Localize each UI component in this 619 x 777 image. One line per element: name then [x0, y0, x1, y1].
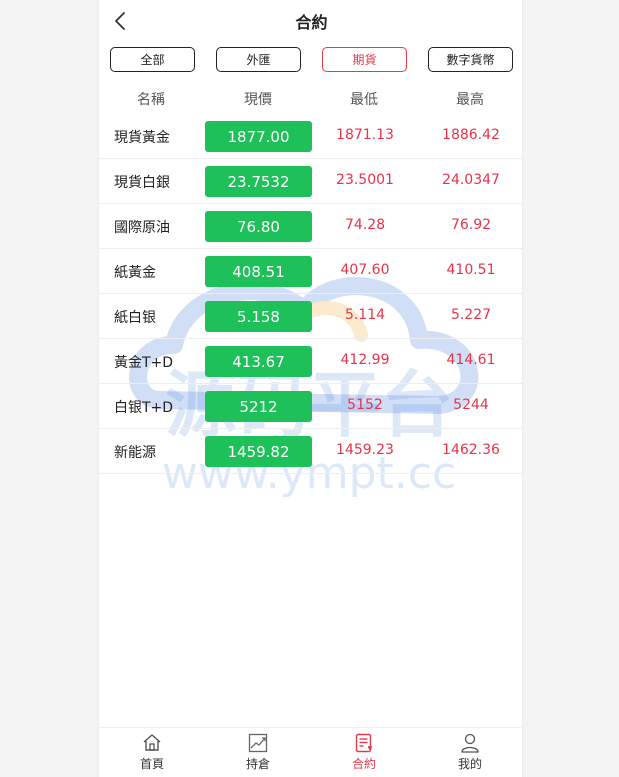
current-price[interactable]: 76.80	[205, 211, 312, 242]
contract-name: 新能源	[114, 445, 156, 461]
high-price: 24.0347	[442, 172, 500, 188]
table-row[interactable]: 白银T+D 5212 5152 5244	[99, 384, 522, 429]
nav-label: 持倉	[245, 757, 270, 771]
low-price: 74.28	[344, 217, 386, 233]
contract-name: 現貨黃金	[114, 130, 170, 146]
contract-icon	[355, 733, 372, 753]
high-price: 410.51	[446, 262, 496, 278]
column-header-high: 最高	[456, 92, 484, 108]
current-price[interactable]: 1877.00	[205, 121, 312, 152]
current-price[interactable]: 1459.82	[205, 436, 312, 467]
table-header: 名稱 現價 最低 最高	[99, 84, 522, 114]
low-price: 23.5001	[336, 172, 394, 188]
column-header-price: 現價	[244, 92, 272, 108]
high-price: 5.227	[450, 307, 492, 323]
high-price: 76.92	[450, 217, 492, 233]
contract-name: 黃金T+D	[114, 355, 174, 371]
table-row[interactable]: 國際原油 76.80 74.28 76.92	[99, 204, 522, 249]
home-icon	[143, 734, 161, 751]
filter-forex[interactable]: 外匯	[216, 47, 301, 72]
phone-screen: 合約 全部 外匯 期貨 數字貨幣 名稱 現價 最低 最高 源码平台 www.ym…	[98, 0, 523, 777]
low-price: 1459.23	[336, 442, 394, 458]
table-row[interactable]: 紙白银 5.158 5.114 5.227	[99, 294, 522, 339]
user-icon	[461, 733, 479, 753]
low-price: 412.99	[340, 352, 390, 368]
nav-home[interactable]: 首頁	[99, 732, 205, 776]
column-header-low: 最低	[350, 92, 378, 108]
low-price: 5.114	[344, 307, 386, 323]
contract-name: 現貨白銀	[114, 175, 170, 191]
category-filters: 全部 外匯 期貨 數字貨幣	[99, 47, 522, 73]
filter-all[interactable]: 全部	[110, 47, 195, 72]
filter-crypto[interactable]: 數字貨幣	[428, 47, 513, 72]
high-price: 5244	[453, 397, 489, 413]
nav-positions[interactable]: 持倉	[205, 732, 311, 776]
contract-list: 現貨黃金 1877.00 1871.13 1886.42 現貨白銀 23.753…	[99, 114, 522, 474]
page-title: 合約	[295, 13, 328, 32]
table-row[interactable]: 紙黃金 408.51 407.60 410.51	[99, 249, 522, 294]
nav-profile[interactable]: 我的	[417, 732, 522, 776]
current-price[interactable]: 5212	[205, 391, 312, 422]
nav-label: 合約	[351, 757, 376, 771]
contract-name: 紙白银	[114, 310, 156, 326]
high-price: 414.61	[446, 352, 496, 368]
contract-name: 紙黃金	[114, 265, 156, 281]
chevron-left-icon	[115, 12, 125, 30]
low-price: 1871.13	[336, 127, 394, 143]
high-price: 1886.42	[442, 127, 500, 143]
back-button[interactable]	[107, 8, 133, 34]
nav-contracts[interactable]: 合約	[311, 732, 417, 776]
table-row[interactable]: 新能源 1459.82 1459.23 1462.36	[99, 429, 522, 474]
contract-name: 白银T+D	[114, 400, 174, 416]
nav-label: 我的	[457, 757, 482, 771]
column-header-name: 名稱	[137, 92, 165, 108]
high-price: 1462.36	[442, 442, 500, 458]
current-price[interactable]: 5.158	[205, 301, 312, 332]
filter-futures[interactable]: 期貨	[322, 47, 407, 72]
current-price[interactable]: 408.51	[205, 256, 312, 287]
table-row[interactable]: 現貨黃金 1877.00 1871.13 1886.42	[99, 114, 522, 159]
top-bar: 合約	[99, 0, 522, 42]
table-row[interactable]: 現貨白銀 23.7532 23.5001 24.0347	[99, 159, 522, 204]
contract-name: 國際原油	[114, 220, 170, 236]
bottom-nav: 首頁 持倉 合約 我的	[99, 727, 522, 777]
table-row[interactable]: 黃金T+D 413.67 412.99 414.61	[99, 339, 522, 384]
low-price: 5152	[347, 397, 383, 413]
chart-icon	[248, 733, 268, 753]
current-price[interactable]: 23.7532	[205, 166, 312, 197]
low-price: 407.60	[340, 262, 390, 278]
nav-label: 首頁	[139, 757, 164, 771]
current-price[interactable]: 413.67	[205, 346, 312, 377]
